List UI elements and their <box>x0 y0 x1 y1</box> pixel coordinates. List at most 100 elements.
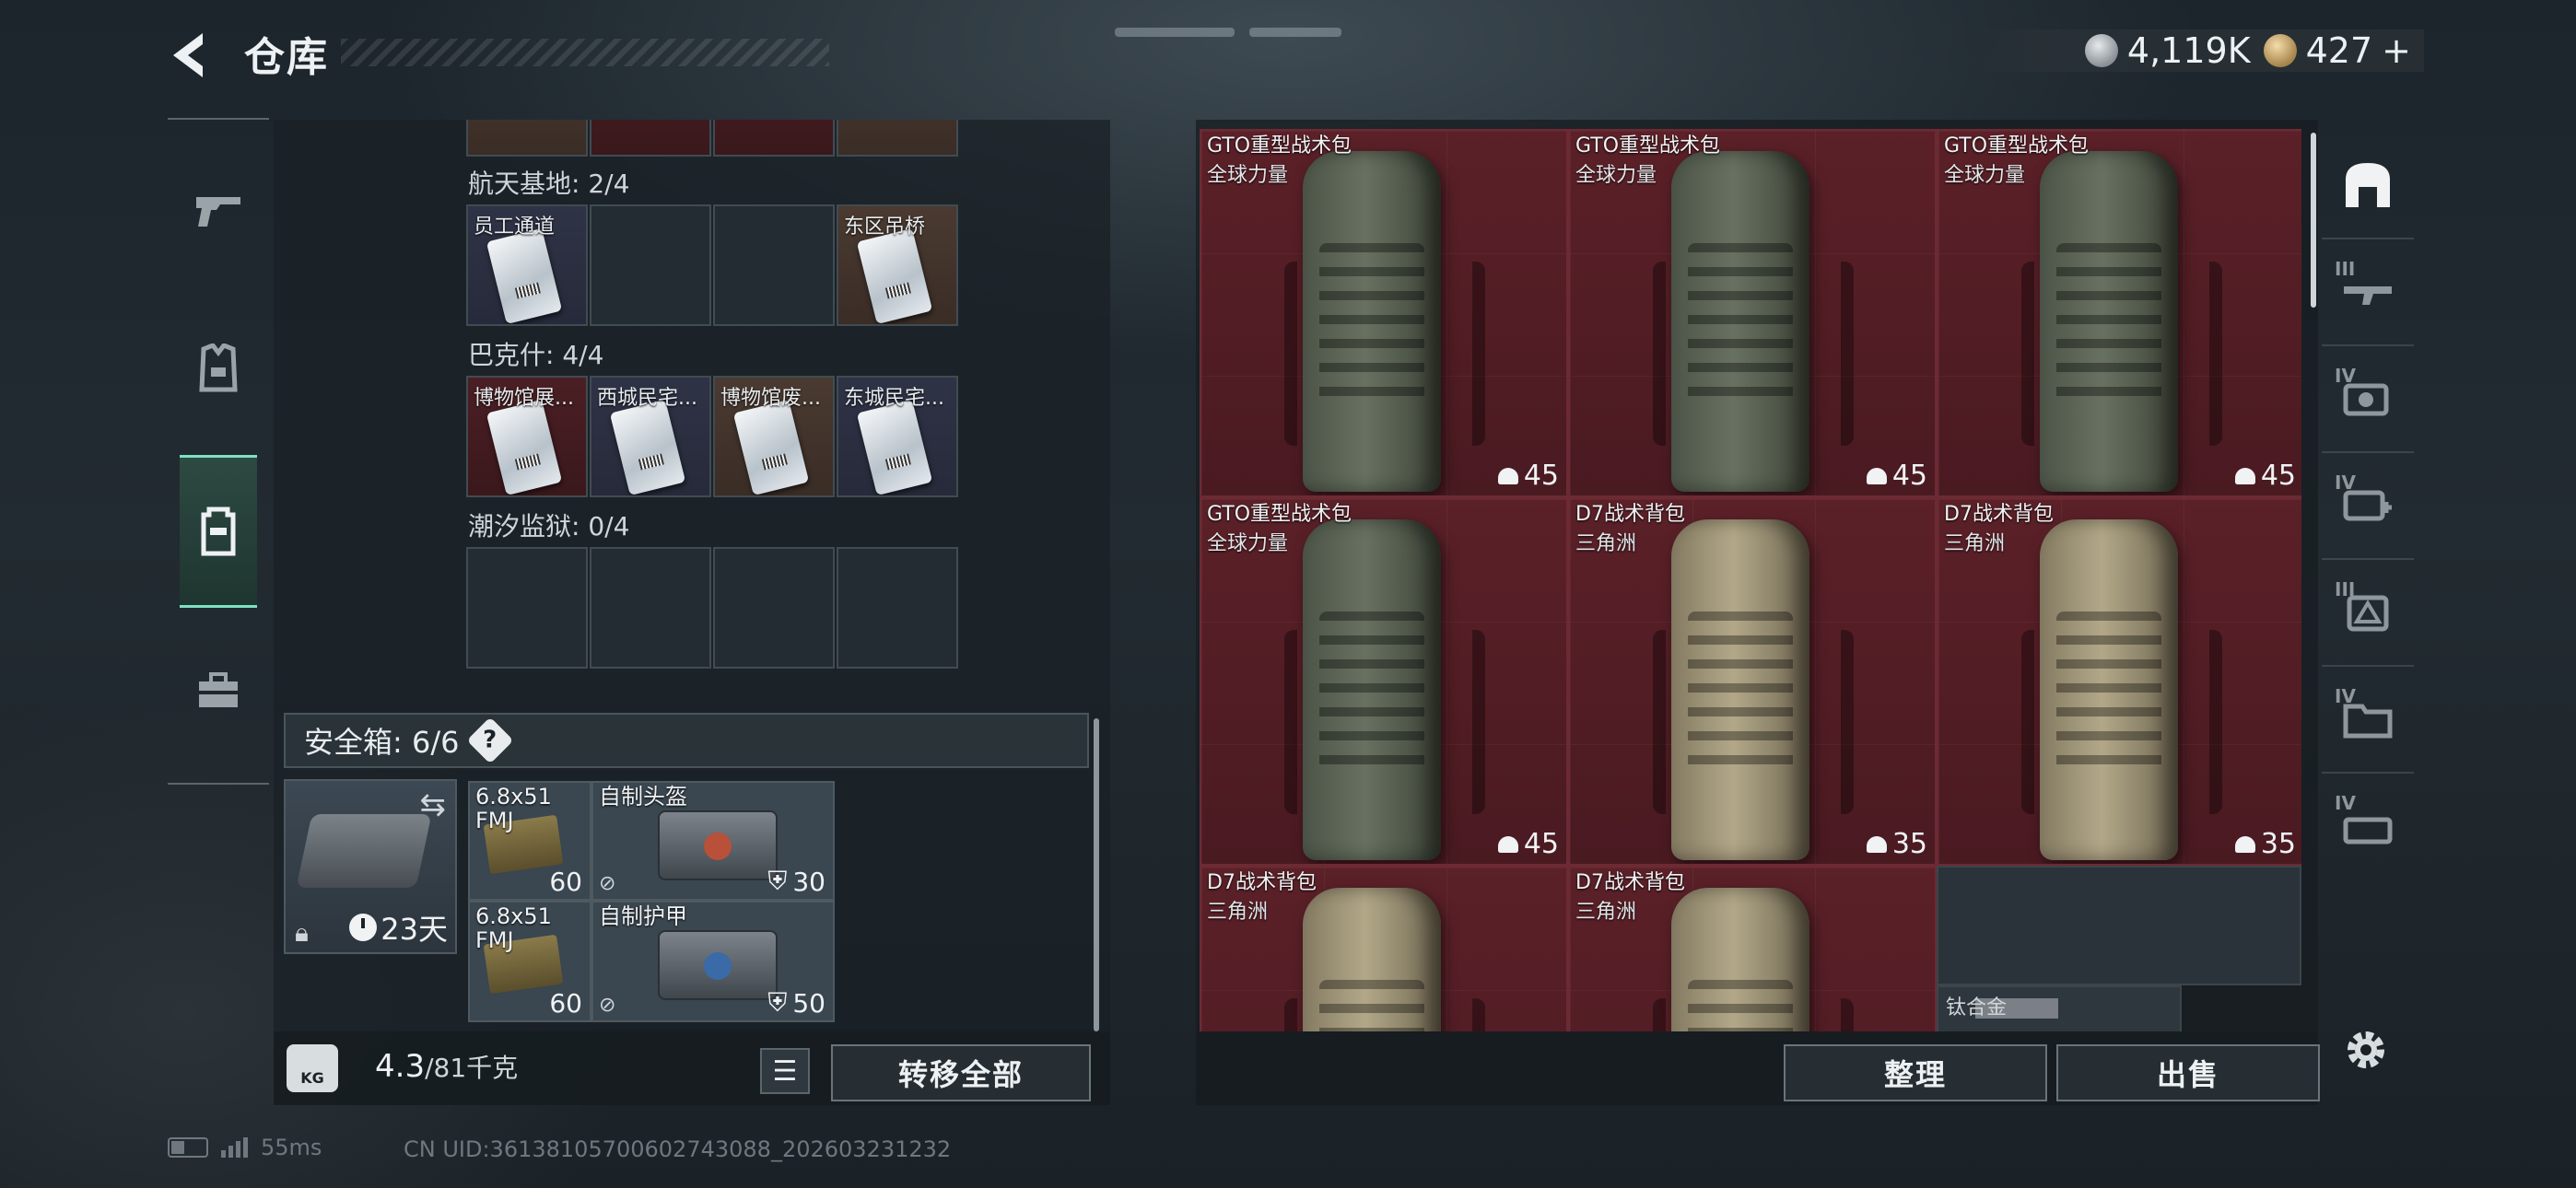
device-status-bar: 55ms <box>168 1135 322 1160</box>
capacity-icon <box>2234 835 2255 853</box>
category-documents[interactable]: IV <box>2322 667 2414 774</box>
weight-bar: KG 4.3/81千克 ☰ 转移全部 <box>274 1031 1110 1105</box>
capacity-icon <box>1866 835 1887 853</box>
lock-icon: 🔒︎ <box>295 917 309 948</box>
backpack-image <box>1653 151 1854 492</box>
item-label: 6.8x51 FMJ <box>475 903 552 953</box>
stash-item[interactable]: GTO重型战术包 全球力量 45 <box>1937 129 2301 497</box>
back-button[interactable] <box>166 26 217 85</box>
keycard-slot[interactable] <box>590 120 711 157</box>
shield-icon: ⛨ <box>767 987 788 1018</box>
category-medical[interactable]: IV <box>2322 453 2414 560</box>
stash-empty-slot[interactable] <box>1937 866 2301 985</box>
gold-amount: 427 <box>2305 30 2373 71</box>
keycard-slot[interactable] <box>837 120 958 157</box>
safe-slot-ammo[interactable]: 6.8x51 FMJ 60 <box>468 901 591 1022</box>
timer-value: 23天 <box>381 912 448 947</box>
swap-icon[interactable]: ⇆ <box>420 786 447 823</box>
safe-timer: 23天 <box>349 906 448 949</box>
item-count: 60 <box>549 988 582 1019</box>
safe-slot-helmet[interactable]: 自制头盔 ⊘ ⛨ 30 <box>591 781 835 901</box>
keycard-slot[interactable]: 东区吊桥 <box>837 204 958 326</box>
page-title: 仓库 <box>244 34 329 81</box>
stash-item[interactable]: GTO重型战术包 全球力量 45 <box>1200 497 1568 866</box>
help-button[interactable]: ? <box>467 716 514 764</box>
stash-item[interactable]: GTO重型战术包 全球力量 45 <box>1568 129 1937 497</box>
safe-slot-armor[interactable]: 自制护甲 ⊘ ⛨ 50 <box>591 901 835 1022</box>
keycard-icon <box>856 399 933 495</box>
keycard-slot[interactable]: 博物馆废... <box>713 376 835 497</box>
safe-box-title: 安全箱: 6/6 <box>304 725 460 760</box>
keycard-slot-empty[interactable] <box>590 204 711 326</box>
category-all[interactable] <box>2322 133 2414 239</box>
keycard-label: 博物馆废... <box>720 387 821 410</box>
keycard-slot[interactable]: 东城民宅... <box>837 376 958 497</box>
equipment-tab[interactable] <box>180 313 257 424</box>
add-currency-button[interactable]: + <box>2382 30 2411 71</box>
item-brand: 全球力量 <box>1207 532 1289 555</box>
battery-icon <box>168 1137 208 1158</box>
sort-button[interactable]: 整理 <box>1784 1044 2047 1101</box>
keycard-row-bakhsh: 博物馆展... 西城民宅... 博物馆废... 东城民宅... <box>466 376 964 501</box>
silver-amount: 4,119K <box>2126 30 2251 71</box>
tier-label: III <box>2335 258 2356 280</box>
item-name: 钛合金 <box>1946 996 2008 1019</box>
settings-button[interactable] <box>2340 1024 2392 1076</box>
stash-scrollbar[interactable] <box>2311 133 2316 308</box>
stash-item[interactable]: D7战术背包 三角洲 35 <box>1568 497 1937 866</box>
keycard-slot[interactable]: 西城民宅... <box>590 376 711 497</box>
keycard-slot-empty[interactable] <box>713 204 835 326</box>
keycard-slot[interactable]: 博物馆展... <box>466 376 588 497</box>
safe-box-header: 安全箱: 6/6 ? <box>284 713 1089 768</box>
keycard-slot[interactable] <box>466 120 588 157</box>
toolbox-icon <box>199 672 238 707</box>
keycard-icon <box>486 399 563 495</box>
stash-item-partial[interactable]: 钛合金 <box>1937 985 2182 1031</box>
safe-case-icon <box>296 814 432 888</box>
tier-label: III <box>2335 578 2356 600</box>
stash-item[interactable]: D7战术背包 三角洲 <box>1568 866 1937 1031</box>
map-label-bakhsh: 巴克什: 4/4 <box>468 340 604 370</box>
safe-slot-ammo[interactable]: 6.8x51 FMJ 60 <box>468 781 591 901</box>
item-label: 自制头盔 <box>599 784 687 809</box>
category-tools[interactable]: III <box>2322 560 2414 667</box>
safe-box-container[interactable]: ⇆ 🔒︎ 23天 <box>284 779 457 954</box>
capacity-icon <box>1866 467 1887 484</box>
keycard-slot-empty[interactable] <box>837 547 958 669</box>
backpack-image <box>1284 888 1485 1031</box>
item-brand: 三角洲 <box>1944 532 2006 555</box>
keycard-slot-empty[interactable] <box>466 547 588 669</box>
stash-item[interactable]: GTO重型战术包 全球力量 45 <box>1200 129 1568 497</box>
back-arrow-icon <box>173 33 203 77</box>
ping-value: 55ms <box>261 1135 322 1160</box>
armor-case-icon <box>658 930 778 1000</box>
keycard-slot-empty[interactable] <box>713 547 835 669</box>
keycard-icon <box>856 227 933 324</box>
stash-item[interactable]: D7战术背包 三角洲 <box>1200 866 1568 1031</box>
weight-icon: KG <box>287 1044 338 1092</box>
category-cases[interactable]: IV <box>2322 774 2414 880</box>
item-label: 自制护甲 <box>599 903 687 929</box>
keycard-slot[interactable]: 员工通道 <box>466 204 588 326</box>
transfer-all-button[interactable]: 转移全部 <box>831 1044 1091 1101</box>
item-brand: 全球力量 <box>1575 164 1657 187</box>
backpack-tab[interactable] <box>180 455 257 608</box>
keycard-icon <box>486 227 563 324</box>
map-label-aerospace: 航天基地: 2/4 <box>468 169 630 199</box>
sell-button[interactable]: 出售 <box>2056 1044 2320 1101</box>
backpack-image <box>1284 151 1485 492</box>
weapons-tab[interactable] <box>180 155 257 265</box>
list-view-button[interactable]: ☰ <box>760 1048 810 1094</box>
keycard-slot[interactable] <box>713 120 835 157</box>
vault-icon <box>2346 163 2390 207</box>
toolbox-tab[interactable] <box>180 635 257 746</box>
backpack-icon <box>201 507 236 556</box>
panel-scrollbar[interactable] <box>1094 718 1099 1031</box>
gold-coin-icon <box>2263 34 2297 67</box>
stash-item[interactable]: D7战术背包 三角洲 35 <box>1937 497 2301 866</box>
capacity-icon <box>1497 835 1518 853</box>
category-rifle[interactable]: III <box>2322 239 2414 346</box>
gold-currency[interactable]: 427 + <box>2263 30 2411 71</box>
keycard-slot-empty[interactable] <box>590 547 711 669</box>
category-electronics[interactable]: IV <box>2322 346 2414 453</box>
